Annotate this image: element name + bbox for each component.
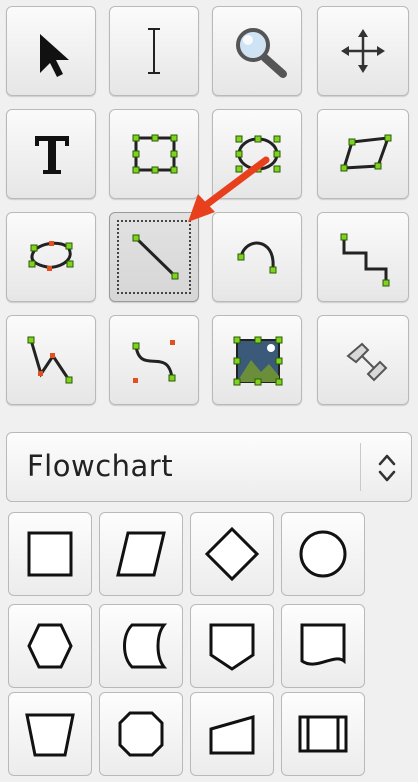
arrow-pointer-icon bbox=[40, 34, 69, 77]
outline-icon bbox=[346, 342, 388, 382]
text-cursor-tool[interactable] bbox=[109, 6, 199, 96]
four-way-arrows-icon bbox=[341, 29, 385, 73]
box-tool[interactable] bbox=[109, 109, 199, 199]
move-tool[interactable] bbox=[317, 6, 409, 96]
line-icon bbox=[132, 234, 179, 280]
arc-icon bbox=[237, 241, 277, 274]
preparation-shape[interactable] bbox=[8, 604, 92, 688]
zoom-tool[interactable] bbox=[212, 6, 302, 96]
zigzag-line-icon bbox=[340, 233, 390, 287]
parallelogram-icon bbox=[116, 531, 166, 577]
bezier-line-tool[interactable] bbox=[109, 315, 199, 405]
manual-operation-shape[interactable] bbox=[8, 692, 92, 776]
ibeam-icon bbox=[148, 28, 160, 74]
off-page-connector-shape[interactable] bbox=[190, 604, 274, 688]
magnifier-icon bbox=[236, 28, 287, 78]
document-icon bbox=[300, 623, 346, 666]
beziergon-tool[interactable] bbox=[6, 212, 96, 302]
ellipse-icon bbox=[235, 135, 281, 173]
text-tool[interactable] bbox=[6, 109, 96, 199]
pointer-tool[interactable] bbox=[6, 6, 96, 96]
predefined-process-shape[interactable] bbox=[281, 692, 365, 776]
circle-icon bbox=[299, 530, 347, 578]
loop-limit-shape[interactable] bbox=[99, 692, 183, 776]
sheet-selector-value: Flowchart bbox=[27, 449, 174, 483]
outline-tool[interactable] bbox=[317, 315, 409, 405]
pentagon-icon bbox=[209, 623, 255, 671]
line-tool[interactable] bbox=[109, 212, 199, 302]
manual-input-shape[interactable] bbox=[190, 692, 274, 776]
hexagon-icon bbox=[27, 623, 73, 669]
trapezoid-icon bbox=[25, 713, 75, 757]
stored-data-shape[interactable] bbox=[99, 604, 183, 688]
ellipse-tool[interactable] bbox=[212, 109, 302, 199]
polyline-tool[interactable] bbox=[6, 315, 96, 405]
updown-chevron-icon bbox=[378, 454, 396, 482]
input-output-shape[interactable] bbox=[99, 512, 183, 596]
arc-tool[interactable] bbox=[212, 212, 302, 302]
parallelogram-icon bbox=[340, 134, 392, 172]
predefined-process-icon bbox=[298, 715, 348, 753]
octagon-icon bbox=[118, 711, 164, 757]
text-t-icon bbox=[35, 136, 69, 174]
decision-shape[interactable] bbox=[190, 512, 274, 596]
combo-separator bbox=[360, 443, 361, 491]
document-shape[interactable] bbox=[281, 604, 365, 688]
image-icon bbox=[233, 336, 283, 386]
square-icon bbox=[27, 531, 73, 577]
polyline-icon bbox=[27, 336, 73, 384]
diamond-icon bbox=[204, 526, 260, 582]
bezier-line-icon bbox=[132, 340, 176, 383]
sheet-selector[interactable]: Flowchart bbox=[6, 432, 412, 502]
manual-input-icon bbox=[209, 715, 255, 755]
beziergon-icon bbox=[28, 241, 74, 271]
polygon-tool[interactable] bbox=[317, 109, 409, 199]
stored-data-icon bbox=[123, 623, 168, 669]
process-shape[interactable] bbox=[8, 512, 92, 596]
image-tool[interactable] bbox=[212, 315, 302, 405]
connector-shape[interactable] bbox=[281, 512, 365, 596]
box-icon bbox=[132, 134, 178, 174]
zigzag-line-tool[interactable] bbox=[317, 212, 409, 302]
